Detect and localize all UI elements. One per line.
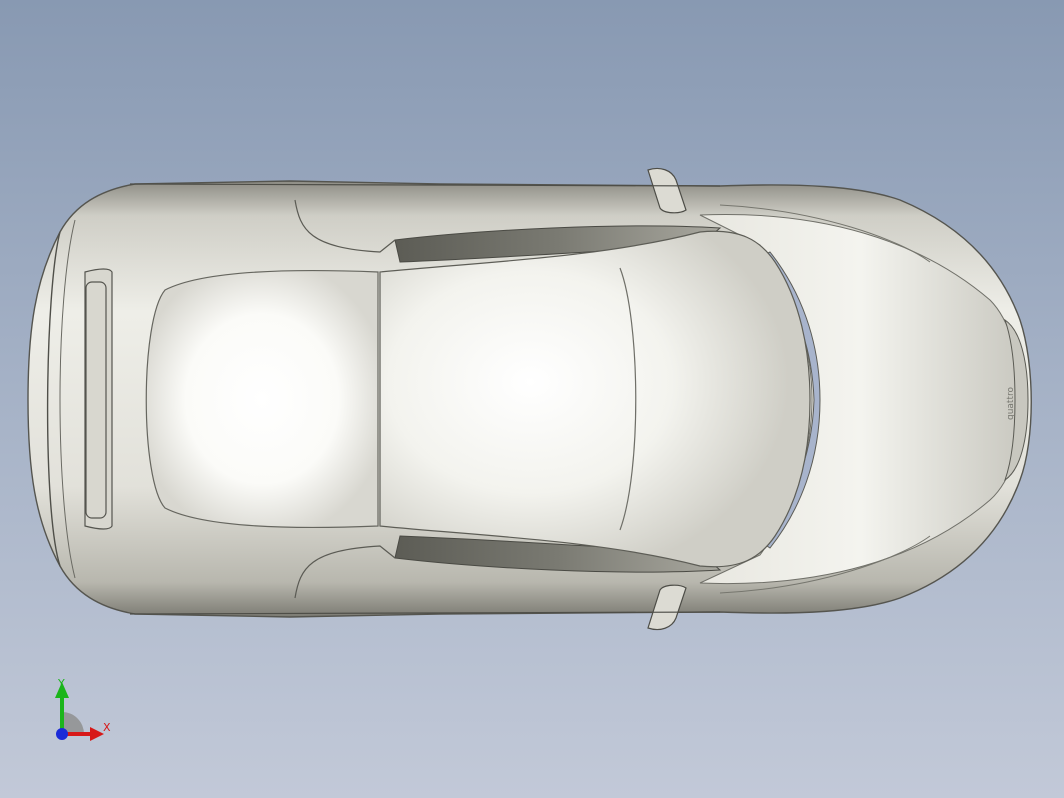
car-model[interactable]: quattro xyxy=(0,0,1064,798)
quattro-badge: quattro xyxy=(1006,387,1016,420)
y-axis-label: Y xyxy=(58,677,65,690)
coordinate-triad: Y X xyxy=(40,672,130,752)
cad-graphics-viewport[interactable]: quattro Y X xyxy=(0,0,1064,798)
roof-panel xyxy=(379,230,811,568)
rear-deck xyxy=(145,270,379,528)
rear-spoiler xyxy=(84,268,113,530)
x-axis-label: X xyxy=(103,721,111,734)
